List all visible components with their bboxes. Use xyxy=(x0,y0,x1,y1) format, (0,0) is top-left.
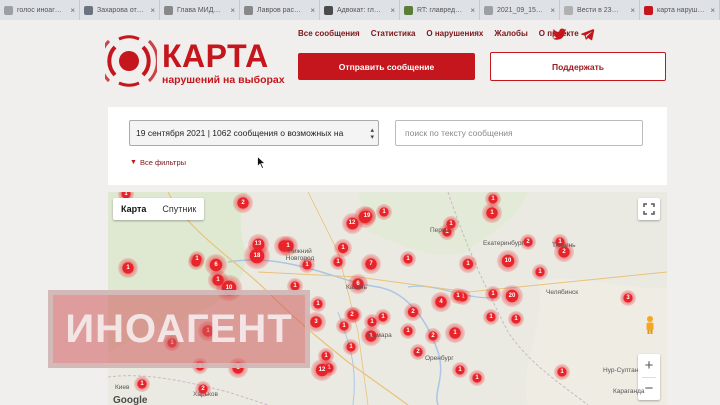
map-city-label: Самара xyxy=(368,332,392,339)
mouse-cursor-icon xyxy=(257,156,266,169)
map-cluster-marker[interactable]: 18 xyxy=(244,243,270,269)
map-city-label: Харьков xyxy=(193,391,218,398)
map-cluster-marker[interactable]: 4 xyxy=(431,292,451,312)
nav-statistics[interactable]: Статистика xyxy=(371,29,416,38)
top-nav: Все сообщения Статистика О нарушениях Жа… xyxy=(298,29,579,38)
browser-tab[interactable]: Лавров рас… × xyxy=(240,0,320,20)
foreign-agent-stamp-text: ИНОАГЕНТ xyxy=(65,306,293,351)
browser-tab-title: Захарова от… xyxy=(97,6,144,14)
map-type-switch: Карта Спутник xyxy=(113,198,205,220)
map-cluster-marker[interactable]: 7 xyxy=(361,254,381,274)
tab-favicon-icon xyxy=(564,5,573,15)
browser-tab-title: голос иноаг… xyxy=(17,6,62,14)
browser-tab[interactable]: Вести в 23… × xyxy=(560,0,640,20)
tab-close-icon[interactable]: × xyxy=(390,6,395,15)
tab-close-icon[interactable]: × xyxy=(310,6,315,15)
message-search-input[interactable] xyxy=(395,120,643,146)
browser-tab[interactable]: Адвокат: гл… × xyxy=(320,0,400,20)
triangle-down-icon: ▼ xyxy=(130,159,137,166)
browser-tab-title: RT: главред… xyxy=(417,6,463,14)
twitter-icon[interactable] xyxy=(552,27,567,42)
browser-tab[interactable]: RT: главред… × xyxy=(400,0,480,20)
tab-close-icon[interactable]: × xyxy=(550,6,555,15)
logo-title: КАРТА xyxy=(162,38,269,74)
all-filters-label: Все фильтры xyxy=(139,158,186,167)
date-filter-select[interactable]: 19 сентября 2021 | 1062 сообщения о возм… xyxy=(129,120,379,146)
map-cluster-marker[interactable]: 1 xyxy=(458,254,478,274)
tab-favicon-icon xyxy=(644,5,653,15)
map-city-label: Тюмень xyxy=(552,242,576,249)
map-city-label: Нур-Султан xyxy=(603,367,639,374)
street-view-button[interactable] xyxy=(640,314,660,336)
browser-tab-title: 2021_09_15… xyxy=(497,6,543,14)
browser-tab-title: Вести в 23… xyxy=(577,6,619,14)
map-city-label: Екатеринбург xyxy=(483,240,524,247)
pegman-icon xyxy=(646,316,654,334)
tab-favicon-icon xyxy=(244,5,253,15)
tab-favicon-icon xyxy=(84,5,93,15)
tab-favicon-icon xyxy=(4,5,13,15)
tab-close-icon[interactable]: × xyxy=(150,6,155,15)
map-city-label: Пермь xyxy=(430,227,450,234)
screen: голос иноаг… × Захарова от… × Глава МИД… × Лав… xyxy=(0,0,720,405)
send-message-button[interactable]: Отправить сообщение xyxy=(298,53,475,80)
fullscreen-button[interactable] xyxy=(638,198,660,220)
tab-favicon-icon xyxy=(484,5,493,15)
logo-subtitle: нарушений на выборах xyxy=(162,74,285,86)
select-arrows-icon: ▴ ▾ xyxy=(370,127,374,141)
filter-panel: 19 сентября 2021 | 1062 сообщения о возм… xyxy=(108,107,667,185)
map-cluster-marker[interactable]: 1 xyxy=(445,323,465,343)
nav-about-violations[interactable]: О нарушениях xyxy=(426,29,483,38)
logo-target-icon xyxy=(105,35,157,87)
browser-tab-title: карта наруш… xyxy=(657,6,705,14)
nav-complaints[interactable]: Жалобы xyxy=(494,29,527,38)
map-cluster-marker[interactable]: 2 xyxy=(403,302,423,322)
browser-tab[interactable]: карта наруш… × xyxy=(640,0,720,20)
site-logo[interactable]: КАРТА нарушений на выборах xyxy=(105,33,285,89)
map-cluster-marker[interactable]: 2 xyxy=(233,193,253,213)
telegram-icon[interactable] xyxy=(580,27,595,42)
date-filter-value: 19 сентября 2021 | 1062 сообщения о возм… xyxy=(136,128,344,138)
browser-tab-title: Адвокат: гл… xyxy=(337,6,381,14)
map-city-label: Челябинск xyxy=(546,289,579,296)
support-button[interactable]: Поддержать xyxy=(490,52,666,81)
fullscreen-icon xyxy=(643,203,655,215)
foreign-agent-stamp: ИНОАГЕНТ xyxy=(48,290,310,368)
tab-favicon-icon xyxy=(404,5,413,15)
tab-favicon-icon xyxy=(164,5,173,15)
browser-tab[interactable]: Захарова от… × xyxy=(80,0,160,20)
map-cluster-marker[interactable]: 19 xyxy=(357,206,377,226)
browser-tab-title: Глава МИД… xyxy=(177,6,221,14)
tab-close-icon[interactable]: × xyxy=(230,6,235,15)
tab-close-icon[interactable]: × xyxy=(70,6,75,15)
tab-close-icon[interactable]: × xyxy=(630,6,635,15)
map-type-satellite-tab[interactable]: Спутник xyxy=(154,198,204,220)
map-city-label: Оренбург xyxy=(425,355,454,362)
tab-favicon-icon xyxy=(324,5,333,15)
map-type-map-tab[interactable]: Карта xyxy=(113,198,154,220)
map-city-label: Казань xyxy=(346,284,367,291)
map-city-label: Нижний Новгород xyxy=(285,248,315,262)
browser-tab[interactable]: голос иноаг… × xyxy=(0,0,80,20)
zoom-in-button[interactable]: + xyxy=(638,354,660,377)
map-city-label: Караганда xyxy=(613,388,645,395)
map-city-label: Киев xyxy=(115,384,130,391)
browser-tab-strip: голос иноаг… × Захарова от… × Глава МИД… × Лав… xyxy=(0,0,720,20)
browser-tab-title: Лавров рас… xyxy=(257,6,301,14)
map-cluster-marker[interactable]: 1 xyxy=(118,258,138,278)
tab-close-icon[interactable]: × xyxy=(710,6,715,15)
all-filters-toggle[interactable]: ▼ Все фильтры xyxy=(130,158,186,167)
nav-all-messages[interactable]: Все сообщения xyxy=(298,29,360,38)
browser-tab[interactable]: Глава МИД… × xyxy=(160,0,240,20)
browser-tab[interactable]: 2021_09_15… × xyxy=(480,0,560,20)
tab-close-icon[interactable]: × xyxy=(470,6,475,15)
google-attribution: Google xyxy=(113,395,148,405)
